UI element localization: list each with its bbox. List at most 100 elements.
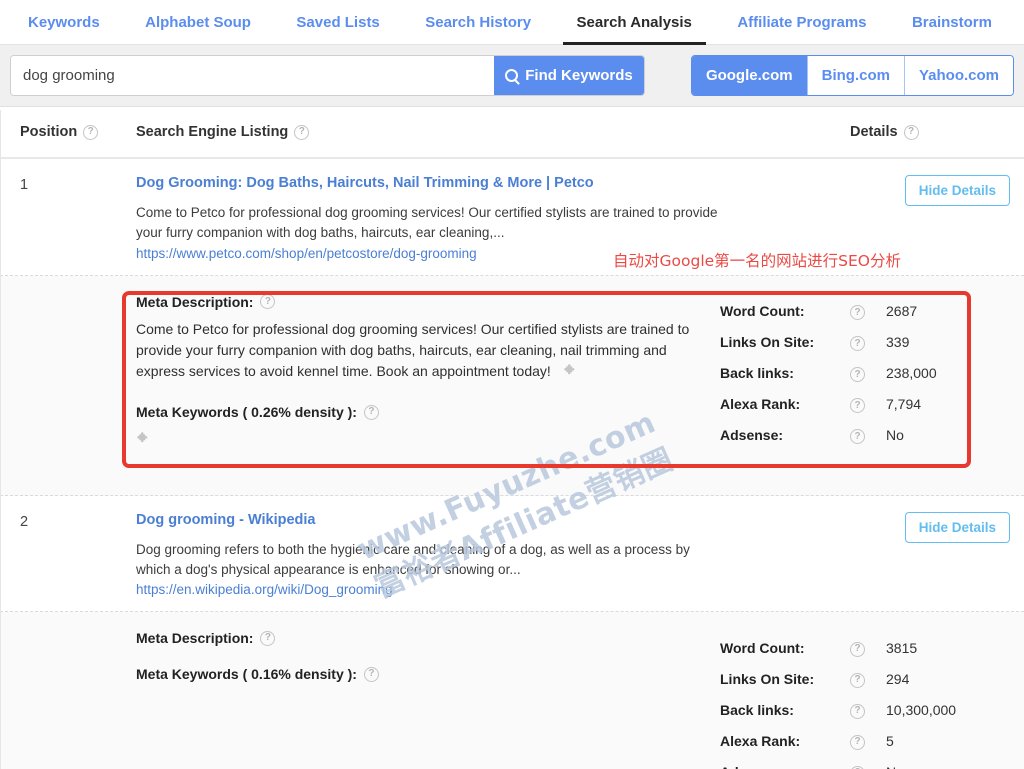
hide-details-button[interactable]: Hide Details bbox=[904, 175, 1010, 206]
stat-word-count: Word Count: ? 2687 bbox=[720, 296, 1010, 327]
help-icon[interactable]: ? bbox=[903, 124, 919, 140]
help-icon[interactable]: ? bbox=[260, 630, 276, 646]
tab-affiliate-programs[interactable]: Affiliate Programs bbox=[723, 0, 880, 44]
search-analysis-page: Keywords Alphabet Soup Saved Lists Searc… bbox=[0, 0, 1024, 769]
tab-label: Alphabet Soup bbox=[145, 13, 251, 31]
search-toolbar: Find Keywords Google.com Bing.com Yahoo.… bbox=[0, 45, 1024, 107]
result-url-link[interactable]: https://en.wikipedia.org/wiki/Dog_groomi… bbox=[136, 582, 830, 597]
tab-keywords[interactable]: Keywords bbox=[14, 0, 114, 44]
stat-label: Back links: bbox=[720, 365, 794, 381]
help-icon[interactable]: ? bbox=[363, 404, 379, 420]
meta-keywords-label-text: Meta Keywords ( 0.16% density ): bbox=[136, 666, 357, 683]
detail-panel: Meta Description: ? Meta Keywords ( 0.16… bbox=[0, 612, 1024, 769]
detail-meta-section: Meta Description: ? Come to Petco for pr… bbox=[136, 294, 720, 473]
meta-description-text: Come to Petco for professional dog groom… bbox=[136, 320, 690, 380]
result-snippet: Come to Petco for professional dog groom… bbox=[136, 205, 718, 241]
result-position: 2 bbox=[20, 513, 29, 530]
stat-label: Alexa Rank: bbox=[720, 732, 801, 749]
stat-links-on-site: Links On Site: ? 339 bbox=[720, 327, 1010, 358]
stat-label: Links On Site: bbox=[720, 334, 815, 350]
tab-saved-lists[interactable]: Saved Lists bbox=[282, 0, 393, 44]
meta-description-label: Meta Description: ? bbox=[136, 294, 696, 310]
help-icon[interactable]: ? bbox=[850, 703, 865, 719]
result-title-link[interactable]: Dog Grooming: Dog Baths, Haircuts, Nail … bbox=[136, 175, 830, 191]
tab-label: Search History bbox=[425, 13, 532, 31]
stat-value: No bbox=[886, 764, 904, 769]
engine-google[interactable]: Google.com bbox=[691, 56, 808, 95]
help-icon[interactable]: ? bbox=[260, 294, 276, 309]
stat-alexa-rank: Alexa Rank: ? 7,794 bbox=[720, 389, 1010, 420]
help-icon[interactable]: ? bbox=[850, 641, 865, 657]
stat-help: ? bbox=[850, 333, 886, 352]
stat-label: Back links: bbox=[720, 701, 794, 718]
meta-keywords-label: Meta Keywords ( 0.16% density ): ? bbox=[136, 666, 696, 682]
stat-value: 2687 bbox=[886, 303, 918, 319]
stat-label: Word Count: bbox=[720, 639, 805, 656]
stat-links-on-site: Links On Site: ? 294 bbox=[720, 663, 1010, 694]
puzzle-piece-icon bbox=[563, 364, 575, 375]
search-input[interactable] bbox=[11, 56, 494, 95]
meta-description-label-text: Meta Description: bbox=[136, 293, 254, 310]
help-icon[interactable]: ? bbox=[850, 336, 865, 352]
meta-description-label-text: Meta Description: bbox=[136, 630, 254, 647]
help-icon[interactable]: ? bbox=[850, 429, 865, 445]
help-icon[interactable]: ? bbox=[294, 124, 310, 140]
detail-meta-section: Meta Description: ? Meta Keywords ( 0.16… bbox=[136, 630, 720, 769]
stat-help: ? bbox=[850, 669, 886, 688]
table-row: 2 Dog grooming - Wikipedia Dog grooming … bbox=[0, 495, 1024, 613]
engine-bing[interactable]: Bing.com bbox=[807, 56, 905, 95]
result-title-link[interactable]: Dog grooming - Wikipedia bbox=[136, 512, 830, 528]
stat-value: 3815 bbox=[886, 639, 918, 656]
tab-search-history[interactable]: Search History bbox=[411, 0, 545, 44]
meta-keywords-label: Meta Keywords ( 0.26% density ): ? bbox=[136, 404, 696, 420]
annotation-note: 自动对Google第一名的网站进行SEO分析 bbox=[613, 252, 901, 270]
help-icon[interactable]: ? bbox=[850, 367, 865, 383]
stat-label: Adsense: bbox=[720, 427, 784, 443]
stat-value: 5 bbox=[886, 732, 894, 749]
tab-search-analysis[interactable]: Search Analysis bbox=[562, 0, 707, 45]
results-table: Position ? Search Engine Listing ? Detai… bbox=[0, 107, 1024, 769]
help-icon[interactable]: ? bbox=[363, 666, 379, 682]
tab-label: Brainstorm bbox=[911, 13, 992, 31]
detail-stats-section: Word Count: ? 3815 Links On Site: ? 294 … bbox=[720, 630, 1010, 769]
detail-spacer bbox=[20, 630, 136, 769]
stat-help: ? bbox=[850, 395, 886, 414]
stat-label: Links On Site: bbox=[720, 670, 815, 687]
stat-label: Alexa Rank: bbox=[720, 396, 801, 412]
engine-label: Bing.com bbox=[821, 67, 890, 84]
detail-panel: Meta Description: ? Come to Petco for pr… bbox=[0, 275, 1024, 496]
column-header-label: Search Engine Listing bbox=[136, 124, 289, 140]
stat-alexa-rank: Alexa Rank: ? 5 bbox=[720, 725, 1010, 756]
meta-keywords-value bbox=[136, 429, 696, 450]
stat-value: 294 bbox=[886, 670, 910, 687]
help-icon[interactable]: ? bbox=[850, 305, 865, 321]
search-group: Find Keywords bbox=[10, 55, 645, 96]
stat-help: ? bbox=[850, 302, 886, 321]
stat-back-links: Back links: ? 10,300,000 bbox=[720, 694, 1010, 725]
meta-keywords-label-text: Meta Keywords ( 0.26% density ): bbox=[136, 404, 357, 421]
result-details-cell: Hide Details bbox=[850, 175, 1010, 261]
column-header-label: Details bbox=[850, 124, 898, 140]
detail-stats-section: Word Count: ? 2687 Links On Site: ? 339 … bbox=[720, 294, 1010, 473]
tab-label: Affiliate Programs bbox=[737, 13, 867, 31]
column-header-listing: Search Engine Listing ? bbox=[136, 124, 850, 140]
help-icon[interactable]: ? bbox=[850, 734, 865, 750]
stat-back-links: Back links: ? 238,000 bbox=[720, 358, 1010, 389]
stat-help: ? bbox=[850, 364, 886, 383]
meta-description-label: Meta Description: ? bbox=[136, 630, 696, 646]
engine-yahoo[interactable]: Yahoo.com bbox=[904, 56, 1013, 95]
stat-value: 339 bbox=[886, 334, 910, 350]
stat-help: ? bbox=[850, 638, 886, 657]
tab-alphabet-soup[interactable]: Alphabet Soup bbox=[131, 0, 265, 44]
meta-description-value: Come to Petco for professional dog groom… bbox=[136, 319, 696, 383]
help-icon[interactable]: ? bbox=[850, 672, 865, 688]
find-keywords-label: Find Keywords bbox=[525, 67, 633, 84]
help-icon[interactable]: ? bbox=[83, 124, 99, 140]
search-engine-toggle-group: Google.com Bing.com Yahoo.com bbox=[690, 55, 1014, 96]
hide-details-button[interactable]: Hide Details bbox=[904, 511, 1010, 543]
tab-brainstorm[interactable]: Brainstorm bbox=[898, 0, 1006, 44]
find-keywords-button[interactable]: Find Keywords bbox=[494, 56, 644, 95]
table-header-row: Position ? Search Engine Listing ? Detai… bbox=[0, 107, 1024, 159]
help-icon[interactable]: ? bbox=[850, 398, 865, 414]
puzzle-piece-icon bbox=[137, 432, 148, 443]
